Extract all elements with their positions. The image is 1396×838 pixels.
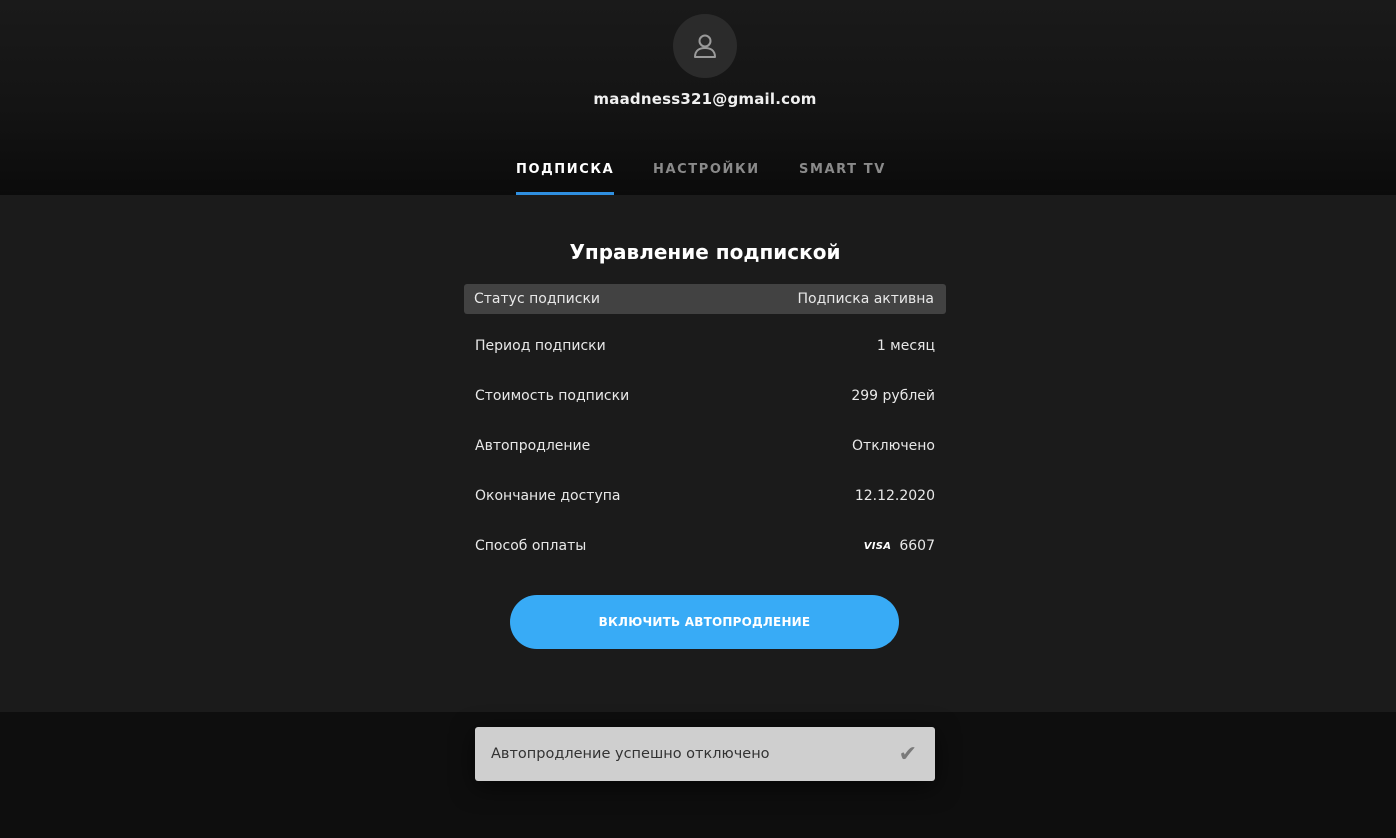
detail-row-access-end: Окончание доступа 12.12.2020 xyxy=(464,471,946,521)
period-value: 1 месяц xyxy=(876,338,935,354)
price-label: Стоимость подписки xyxy=(475,388,630,404)
autorenew-value: Отключено xyxy=(852,438,935,454)
tab-settings[interactable]: НАСТРОЙКИ xyxy=(653,162,760,195)
access-end-value: 12.12.2020 xyxy=(854,488,935,504)
detail-row-payment: Способ оплаты VISA 6607 xyxy=(464,521,946,571)
card-last-digits: 6607 xyxy=(899,538,935,554)
profile-header: maadness321@gmail.com ПОДПИСКА НАСТРОЙКИ… xyxy=(0,0,1396,195)
check-icon: ✔ xyxy=(898,741,917,767)
tab-smart-tv[interactable]: SMART TV xyxy=(799,162,886,195)
status-label: Статус подписки xyxy=(474,291,600,307)
detail-row-price: Стоимость подписки 299 рублей xyxy=(464,371,946,421)
payment-value: VISA 6607 xyxy=(864,538,935,554)
detail-row-period: Период подписки 1 месяц xyxy=(464,321,946,371)
access-end-label: Окончание доступа xyxy=(475,488,621,504)
tab-bar: ПОДПИСКА НАСТРОЙКИ SMART TV xyxy=(0,162,1396,195)
tab-subscription[interactable]: ПОДПИСКА xyxy=(516,162,615,195)
subscription-details: Статус подписки Подписка активна Период … xyxy=(464,284,946,571)
period-label: Период подписки xyxy=(475,338,606,354)
user-icon xyxy=(694,34,716,58)
user-email: maadness321@gmail.com xyxy=(593,90,817,108)
enable-autorenew-button[interactable]: ВКЛЮЧИТЬ АВТОПРОДЛЕНИЕ xyxy=(510,595,899,649)
detail-row-autorenew: Автопродление Отключено xyxy=(464,421,946,471)
toast-message: Автопродление успешно отключено xyxy=(491,746,770,762)
subscription-panel: Управление подпиской Статус подписки Под… xyxy=(0,195,1396,712)
panel-title: Управление подпиской xyxy=(569,240,841,264)
visa-icon: VISA xyxy=(863,540,892,552)
avatar[interactable] xyxy=(673,14,737,78)
payment-label: Способ оплаты xyxy=(475,538,587,554)
status-value: Подписка активна xyxy=(797,291,934,307)
success-toast: Автопродление успешно отключено ✔ xyxy=(475,727,935,781)
autorenew-label: Автопродление xyxy=(475,438,591,454)
status-row: Статус подписки Подписка активна xyxy=(464,284,946,314)
price-value: 299 рублей xyxy=(851,388,935,404)
